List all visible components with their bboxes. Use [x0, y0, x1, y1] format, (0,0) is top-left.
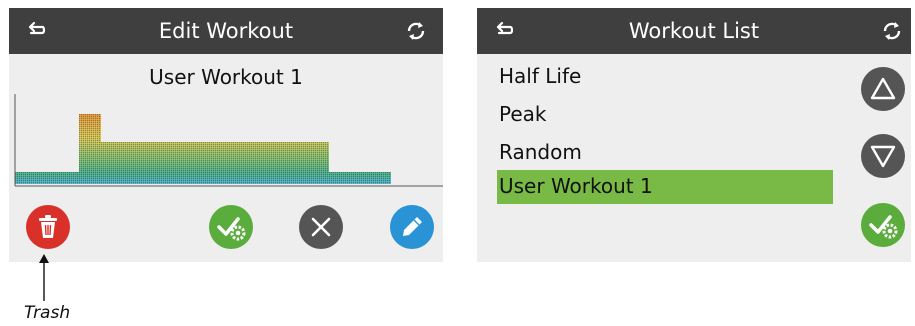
cancel-button[interactable]	[299, 205, 343, 249]
workout-profile-graph	[14, 94, 443, 187]
trash-callout-label: Trash	[24, 303, 71, 323]
trash-icon	[39, 215, 57, 238]
close-icon	[311, 217, 331, 237]
edit-workout-screen: Edit Workout User Workout 1	[9, 8, 443, 262]
scroll-down-button[interactable]	[861, 134, 905, 178]
list-item[interactable]: Peak	[499, 102, 547, 126]
check-gear-icon	[869, 215, 898, 239]
list-title-bar: Workout List	[477, 8, 911, 54]
refresh-icon[interactable]	[405, 20, 427, 42]
profile-bars	[15, 114, 391, 184]
trash-button[interactable]	[26, 205, 70, 249]
workout-name: User Workout 1	[149, 65, 303, 89]
edit-button[interactable]	[390, 205, 434, 249]
save-settings-button[interactable]	[209, 205, 253, 249]
list-item[interactable]: Random	[499, 140, 582, 164]
pencil-icon	[403, 217, 422, 236]
refresh-icon[interactable]	[881, 20, 903, 42]
confirm-button[interactable]	[861, 203, 905, 247]
triangle-up-icon	[870, 77, 896, 100]
triangle-down-icon	[870, 145, 896, 168]
list-item-selected[interactable]: User Workout 1	[499, 174, 653, 198]
workout-list-screen: Workout List Half Life Peak Random User …	[477, 8, 911, 262]
page-title: Workout List	[628, 19, 760, 43]
trash-callout-arrow	[39, 254, 49, 301]
list-item[interactable]: Half Life	[499, 64, 581, 88]
scroll-up-button[interactable]	[861, 67, 905, 111]
page-title: Edit Workout	[158, 19, 294, 43]
check-gear-icon	[217, 217, 246, 241]
edit-title-bar: Edit Workout	[9, 8, 443, 54]
